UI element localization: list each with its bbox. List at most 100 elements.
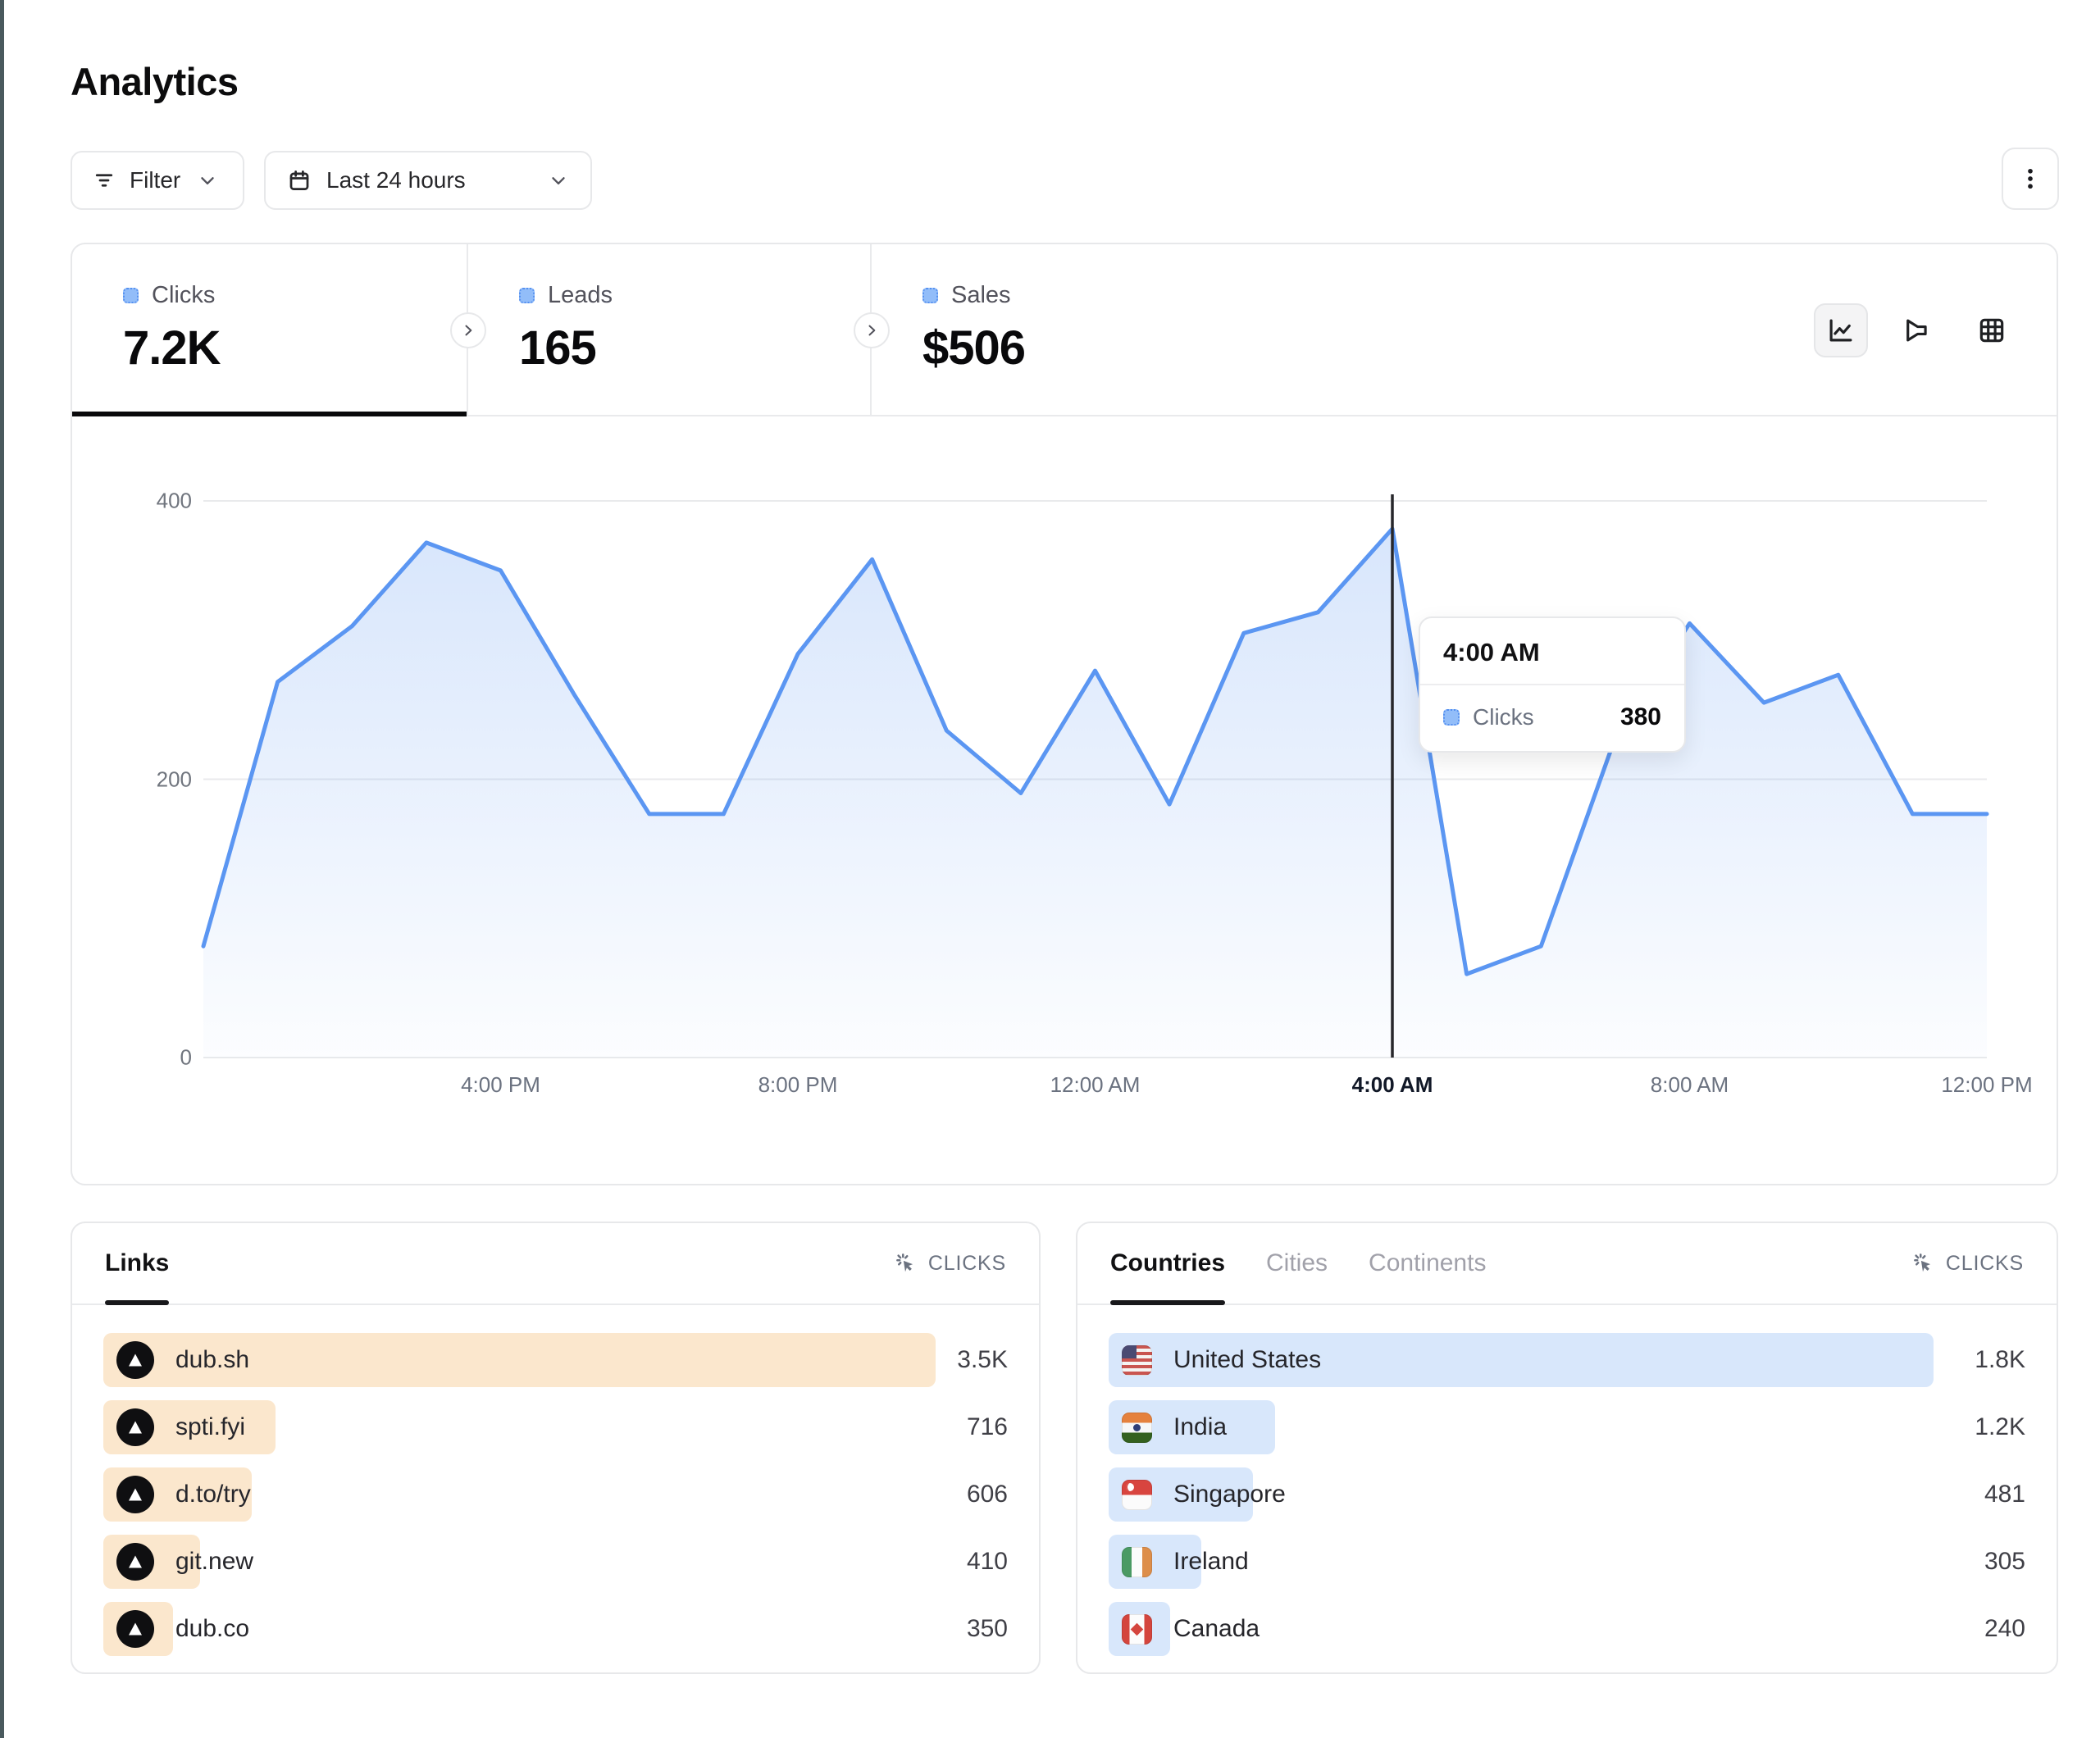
flag-ca-icon bbox=[1122, 1614, 1152, 1645]
leads-value: 165 bbox=[519, 321, 870, 375]
row-value: 305 bbox=[1984, 1548, 2025, 1576]
more-options-button[interactable] bbox=[2002, 148, 2059, 210]
chevron-right-icon bbox=[460, 322, 476, 339]
row-label: Ireland bbox=[1173, 1548, 1249, 1576]
window-edge-strip bbox=[0, 0, 4, 1738]
table-grid-icon bbox=[1976, 315, 2007, 346]
row-value: 240 bbox=[1984, 1615, 2025, 1643]
row-label: git.new bbox=[175, 1548, 253, 1576]
calendar-icon bbox=[287, 168, 312, 193]
row-value: 716 bbox=[967, 1413, 1008, 1441]
list-item[interactable]: India 1.2K bbox=[1109, 1400, 2025, 1454]
chevron-down-icon bbox=[197, 170, 218, 191]
filter-button-label: Filter bbox=[130, 167, 180, 193]
clicks-value: 7.2K bbox=[123, 321, 467, 375]
date-range-label: Last 24 hours bbox=[326, 167, 466, 193]
sales-legend-icon bbox=[922, 288, 938, 303]
chart-tooltip: 4:00 AM Clicks 380 bbox=[1419, 616, 1686, 753]
tab-countries[interactable]: Countries bbox=[1110, 1223, 1225, 1304]
dub-logo-icon bbox=[116, 1476, 154, 1513]
line-chart-icon bbox=[1825, 315, 1856, 346]
row-label: dub.sh bbox=[175, 1346, 249, 1374]
chart-svg bbox=[203, 501, 1987, 1058]
list-item[interactable]: dub.sh 3.5K bbox=[103, 1333, 1008, 1387]
cursor-click-icon bbox=[1911, 1251, 1936, 1276]
list-item[interactable]: Ireland 305 bbox=[1109, 1535, 2025, 1589]
list-item[interactable]: spti.fyi 716 bbox=[103, 1400, 1008, 1454]
clicks-legend-icon bbox=[123, 288, 139, 303]
list-item[interactable]: Singapore481 bbox=[1109, 1467, 2025, 1522]
flag-sg-icon bbox=[1122, 1480, 1152, 1510]
y-tick-label: 0 bbox=[121, 1045, 192, 1071]
tooltip-value: 380 bbox=[1620, 703, 1661, 731]
metric-tabs-row: Clicks 7.2K Leads 165 Sales $506 bbox=[72, 244, 2057, 416]
kebab-menu-icon bbox=[2016, 165, 2044, 193]
analytics-card: Clicks 7.2K Leads 165 Sales $506 bbox=[71, 243, 2058, 1185]
row-label: United States bbox=[1173, 1346, 1321, 1374]
list-item[interactable]: Canada 240 bbox=[1109, 1602, 2025, 1656]
list-item[interactable]: git.new 410 bbox=[103, 1535, 1008, 1589]
tab-label: Sales bbox=[951, 282, 1011, 309]
tab-leads[interactable]: Leads 165 bbox=[468, 244, 872, 415]
dub-logo-icon bbox=[116, 1408, 154, 1446]
countries-list: United States 1.8K India 1.2K Singapore481 Ir… bbox=[1077, 1305, 2057, 1656]
tab-label: Clicks bbox=[152, 282, 215, 309]
cursor-click-icon bbox=[894, 1251, 918, 1276]
geo-metric-label: CLICKS bbox=[1946, 1252, 2024, 1276]
list-item[interactable]: d.to/try 606 bbox=[103, 1467, 1008, 1522]
tooltip-time: 4:00 AM bbox=[1420, 618, 1684, 685]
y-tick-label: 200 bbox=[121, 767, 192, 792]
y-tick-label: 400 bbox=[121, 489, 192, 514]
row-label: Singapore bbox=[1173, 1481, 1286, 1508]
clicks-chart[interactable]: 0200400 4:00 PM8:00 PM12:00 AM4:00 AM8:0… bbox=[72, 416, 2057, 1184]
tab-label: Leads bbox=[548, 282, 613, 309]
date-range-button[interactable]: Last 24 hours bbox=[264, 151, 592, 210]
filter-icon bbox=[92, 168, 116, 193]
leads-legend-icon bbox=[519, 288, 535, 303]
dub-logo-icon bbox=[116, 1610, 154, 1648]
flag-ie-icon bbox=[1122, 1547, 1152, 1577]
links-panel: Links CLICKS dub.sh 3.5K spti.fyi 716 d.to/t… bbox=[71, 1222, 1041, 1674]
funnel-icon bbox=[1901, 315, 1932, 346]
flag-us-icon bbox=[1122, 1345, 1152, 1376]
funnel-view-button[interactable] bbox=[1889, 303, 1943, 357]
flag-in-icon bbox=[1122, 1413, 1152, 1443]
row-label: spti.fyi bbox=[175, 1413, 245, 1441]
tab-cities[interactable]: Cities bbox=[1266, 1223, 1328, 1304]
row-label: dub.co bbox=[175, 1615, 249, 1643]
tab-clicks[interactable]: Clicks 7.2K bbox=[72, 244, 468, 415]
chevron-down-icon bbox=[548, 170, 569, 191]
row-value: 1.8K bbox=[1975, 1346, 2025, 1374]
tab-continents[interactable]: Continents bbox=[1369, 1223, 1486, 1304]
line-chart-view-button[interactable] bbox=[1814, 303, 1868, 357]
geo-metric-selector[interactable]: CLICKS bbox=[1911, 1251, 2024, 1276]
row-value: 350 bbox=[967, 1615, 1008, 1643]
geo-panel: Countries Cities Continents CLICKS Unite… bbox=[1076, 1222, 2058, 1674]
table-view-button[interactable] bbox=[1965, 303, 2019, 357]
list-item[interactable]: United States 1.8K bbox=[1109, 1333, 2025, 1387]
row-value: 3.5K bbox=[957, 1346, 1008, 1374]
row-label: India bbox=[1173, 1413, 1227, 1441]
row-label: Canada bbox=[1173, 1615, 1260, 1643]
list-item[interactable]: dub.co 350 bbox=[103, 1602, 1008, 1656]
clicks-legend-icon bbox=[1443, 709, 1460, 726]
sales-value: $506 bbox=[922, 321, 1224, 375]
x-tick-label: 12:00 AM bbox=[1050, 1072, 1141, 1098]
links-metric-selector[interactable]: CLICKS bbox=[894, 1251, 1006, 1276]
x-tick-label: 8:00 PM bbox=[758, 1072, 838, 1098]
row-value: 410 bbox=[967, 1548, 1008, 1576]
tooltip-series-label: Clicks bbox=[1473, 704, 1534, 730]
dub-logo-icon bbox=[116, 1543, 154, 1581]
tab-links[interactable]: Links bbox=[105, 1223, 169, 1304]
row-label: d.to/try bbox=[175, 1481, 251, 1508]
row-value: 1.2K bbox=[1975, 1413, 2025, 1441]
expand-clicks-button[interactable] bbox=[450, 312, 486, 348]
filter-button[interactable]: Filter bbox=[71, 151, 244, 210]
tab-sales[interactable]: Sales $506 bbox=[872, 244, 1224, 415]
chart-view-switcher bbox=[1814, 303, 2019, 357]
row-value: 606 bbox=[967, 1481, 1008, 1508]
dub-logo-icon bbox=[116, 1341, 154, 1379]
expand-leads-button[interactable] bbox=[854, 312, 890, 348]
x-tick-label: 8:00 AM bbox=[1651, 1072, 1729, 1098]
x-tick-label: 12:00 PM bbox=[1941, 1072, 2032, 1098]
